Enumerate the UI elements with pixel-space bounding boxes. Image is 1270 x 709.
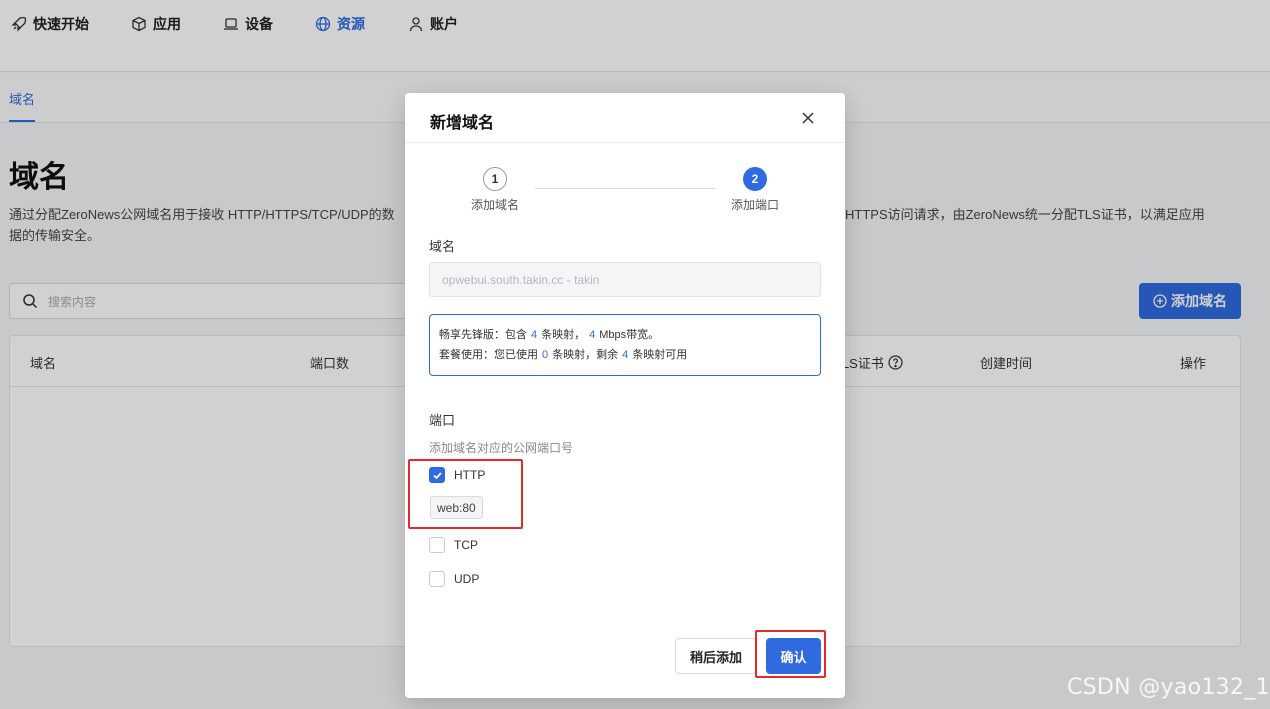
plan-line-2: 套餐使用：您已使用 0 条映射，剩余 4 条映射可用 [439,345,820,365]
check-icon [432,471,442,479]
step-1: 1 添加域名 [450,167,540,213]
udp-checkbox-row[interactable]: UDP [429,571,479,587]
step-2-number: 2 [743,167,767,191]
tcp-label: TCP [454,538,478,552]
domain-field-label: 域名 [429,239,456,254]
remaining-count: 4 [622,349,629,361]
plan-line-1-mid: 条映射， [541,329,586,341]
step-2-label: 添加端口 [730,198,779,212]
step-1-label: 添加域名 [470,198,519,212]
http-checkbox[interactable] [429,467,445,483]
used-count: 0 [542,349,549,361]
step-2: 2 添加端口 [710,167,800,213]
plan-line-2-mid: 条映射，剩余 [552,349,619,361]
udp-label: UDP [454,572,480,586]
plan-info-box: 畅享先锋版：包含 4 条映射， 4 Mbps带宽。 套餐使用：您已使用 0 条映射，剩余 4 条… [429,314,821,376]
http-label: HTTP [454,468,486,482]
modal-header: 新增域名 [405,93,845,143]
port-field-label: 端口 [429,413,456,428]
plan-line-1-prefix: 畅享先锋版：包含 [439,329,527,341]
mapping-count: 4 [531,329,538,341]
close-icon[interactable] [799,109,817,127]
plan-line-1: 畅享先锋版：包含 4 条映射， 4 Mbps带宽。 [439,325,820,345]
add-domain-modal: 新增域名 1 添加域名 2 添加端口 域名 opwebui.south.taki… [405,93,845,698]
domain-field: opwebui.south.takin.cc - takin [429,262,821,297]
plan-line-2-prefix: 套餐使用：您已使用 [439,349,538,361]
http-checkbox-row[interactable]: HTTP [429,467,485,483]
modal-title: 新增域名 [430,115,495,132]
plan-line-2-suffix: 条映射可用 [632,349,688,361]
step-1-number: 1 [483,167,507,191]
confirm-button[interactable]: 确认 [766,638,821,674]
plan-line-1-suffix: Mbps带宽。 [599,329,660,341]
port-hint: 添加域名对应的公网端口号 [429,441,574,455]
watermark: CSDN @yao132_1 [1067,675,1270,700]
udp-checkbox[interactable] [429,571,445,587]
step-connector [535,188,715,189]
add-later-button[interactable]: 稍后添加 [675,638,757,674]
tcp-checkbox[interactable] [429,537,445,553]
http-port-tag[interactable]: web:80 [430,496,483,519]
tcp-checkbox-row[interactable]: TCP [429,537,478,553]
bandwidth-value: 4 [589,329,596,341]
